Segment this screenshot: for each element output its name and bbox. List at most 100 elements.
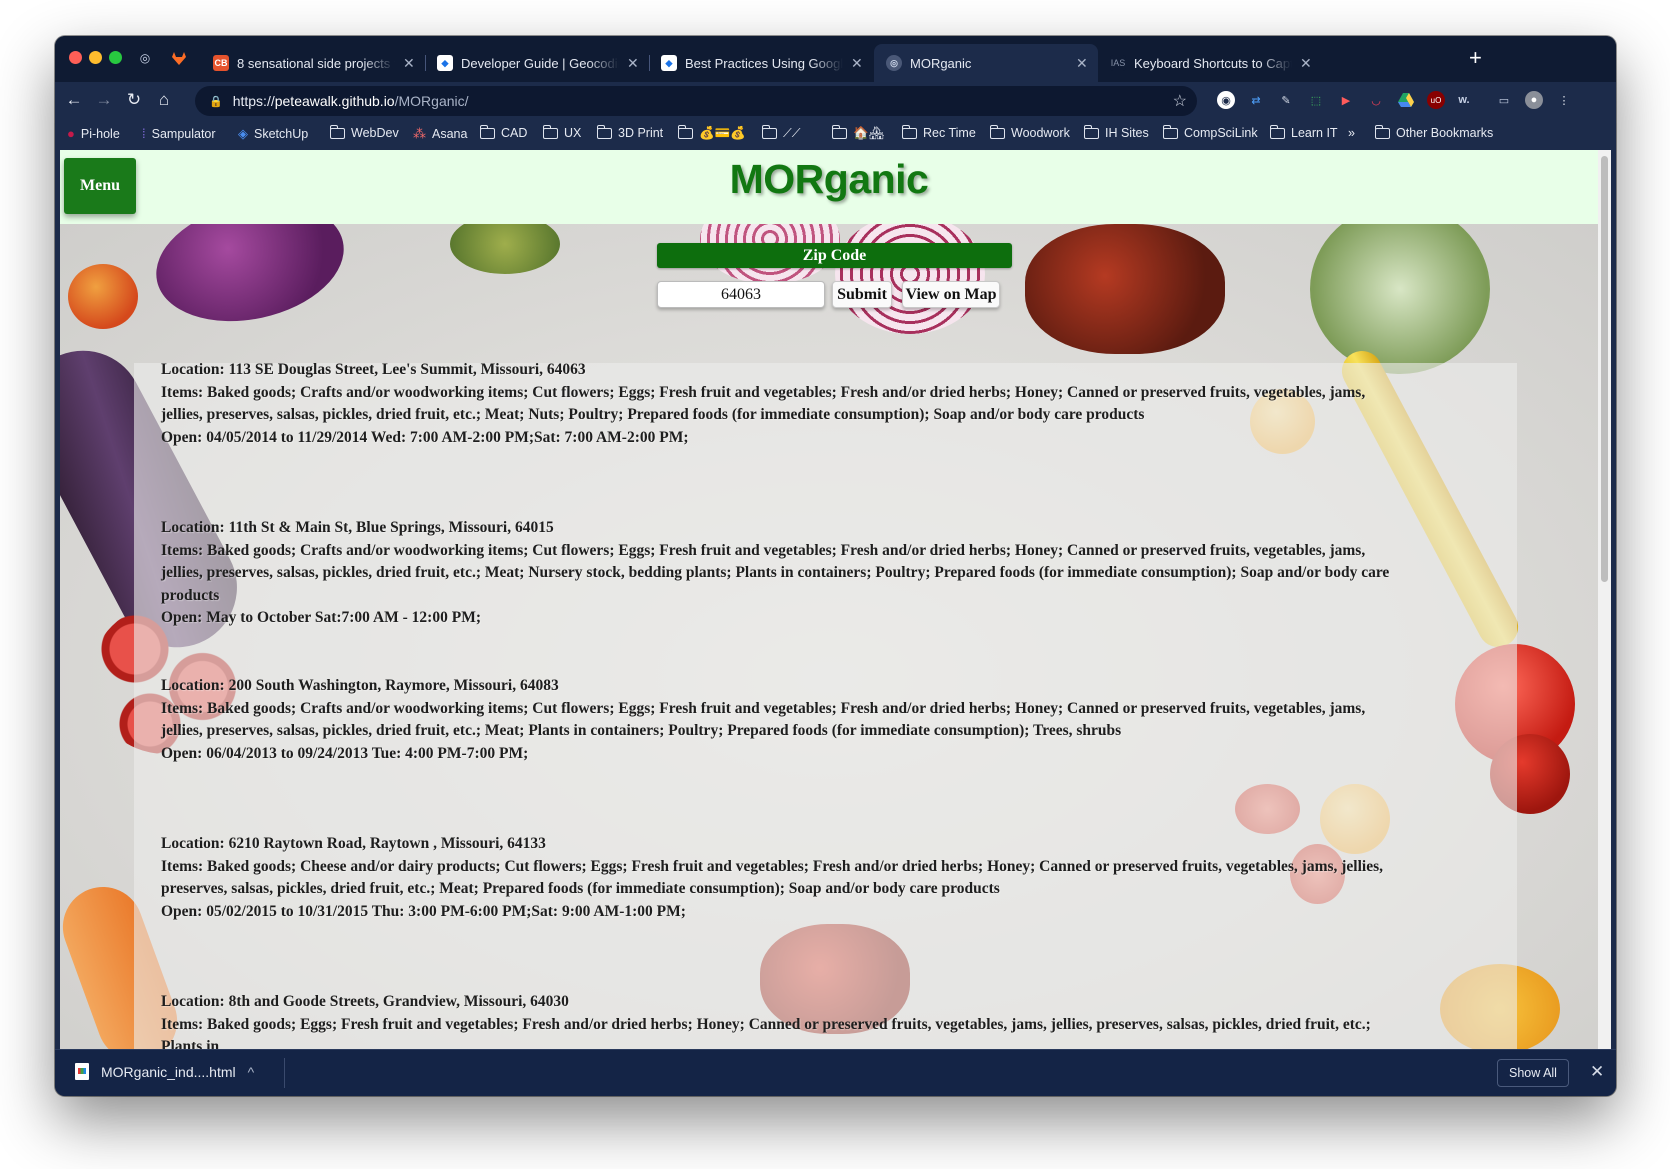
home-icon[interactable]: ⌂ bbox=[153, 90, 175, 110]
page-scrollbar[interactable] bbox=[1598, 150, 1611, 1049]
bookmark-item[interactable]: 3D Print bbox=[596, 124, 663, 140]
chevron-up-icon[interactable]: ^ bbox=[248, 1064, 255, 1080]
kebab-menu-icon[interactable]: ⋮ bbox=[1555, 91, 1573, 109]
extension-chatbubble-icon[interactable]: ◉ bbox=[1217, 91, 1235, 109]
bookmark-item[interactable]: IH Sites bbox=[1083, 124, 1149, 140]
tab-close-icon[interactable]: ✕ bbox=[627, 55, 639, 72]
site-header: Menu MORganic bbox=[60, 150, 1598, 224]
result-items: Items: Baked goods; Eggs; Fresh fruit an… bbox=[161, 1015, 1371, 1049]
bookmark-item[interactable]: ◈ SketchUp bbox=[238, 126, 308, 142]
raspberry-icon: ● bbox=[67, 126, 75, 141]
reload-icon[interactable]: ↻ bbox=[123, 90, 145, 110]
folder-icon bbox=[989, 124, 1005, 139]
profile-avatar[interactable]: ● bbox=[1525, 91, 1543, 109]
folder-icon bbox=[1374, 124, 1390, 139]
tab-side-projects[interactable]: CB 8 sensational side projects to ✕ bbox=[201, 44, 425, 82]
bookmark-item[interactable]: 🏠🏘 bbox=[831, 125, 884, 141]
view-on-map-button[interactable]: View on Map bbox=[902, 281, 1000, 308]
tab-favicon-icon: ◆ bbox=[661, 55, 677, 71]
browser-window: ◎ CB 8 sensational side projects to ✕ ◆ … bbox=[55, 36, 1616, 1096]
tab-title: Best Practices Using Google M bbox=[685, 55, 843, 71]
tab-favicon-icon: ◎ bbox=[886, 55, 902, 71]
bookmark-item[interactable]: ⟋⟋ bbox=[761, 125, 801, 141]
google-drive-icon[interactable] bbox=[1397, 91, 1415, 109]
back-arrow-icon[interactable]: ← bbox=[63, 90, 85, 110]
minimize-window-button[interactable] bbox=[89, 51, 102, 64]
close-download-shelf-icon[interactable]: ✕ bbox=[1590, 1062, 1604, 1082]
extension-w-icon[interactable]: w. bbox=[1455, 91, 1473, 109]
pinned-tab-gitlab-icon[interactable] bbox=[170, 49, 188, 67]
tab-close-icon[interactable]: ✕ bbox=[1300, 55, 1312, 72]
pinned-tab-globe-icon[interactable]: ◎ bbox=[136, 49, 154, 67]
asana-icon: ⁂ bbox=[413, 126, 426, 141]
tab-morganic[interactable]: ◎ MORganic ✕ bbox=[874, 44, 1098, 82]
download-filename: MORganic_ind....html bbox=[101, 1063, 236, 1080]
folder-icon bbox=[1269, 124, 1285, 139]
result-items: Items: Baked goods; Cheese and/or dairy … bbox=[161, 857, 1384, 898]
bookmark-item[interactable]: Rec Time bbox=[901, 124, 976, 140]
bookmark-item[interactable]: 💰💳💰 bbox=[677, 125, 746, 141]
forward-arrow-icon[interactable]: → bbox=[93, 90, 115, 110]
bookmark-label: Rec Time bbox=[923, 126, 976, 140]
bookmark-item[interactable]: UX bbox=[542, 124, 581, 140]
tab-title: Developer Guide | Geocoding bbox=[461, 55, 619, 71]
lock-icon: 🔒 bbox=[209, 95, 223, 108]
folder-icon bbox=[1083, 124, 1099, 139]
tab-favicon-icon: IAS bbox=[1110, 55, 1126, 71]
bookmark-label: Woodwork bbox=[1011, 126, 1070, 140]
ublock-icon[interactable]: uO bbox=[1427, 91, 1445, 109]
tab-favicon-icon: CB bbox=[213, 55, 229, 71]
list-item: Location: 200 South Washington, Raymore,… bbox=[161, 675, 1401, 765]
tab-keyboard-shortcuts[interactable]: IAS Keyboard Shortcuts to Capture ✕ bbox=[1098, 44, 1322, 82]
other-bookmarks[interactable]: Other Bookmarks bbox=[1374, 124, 1493, 140]
bookmarks-overflow-button[interactable]: » bbox=[1348, 126, 1355, 140]
bookmark-item[interactable]: ● Pi-hole bbox=[67, 126, 120, 141]
bookmark-label: IH Sites bbox=[1105, 126, 1149, 140]
cast-icon[interactable]: ▭ bbox=[1495, 91, 1513, 109]
scrollbar-thumb[interactable] bbox=[1601, 156, 1608, 582]
bookmark-item[interactable]: ⁂ Asana bbox=[413, 126, 467, 142]
bookmark-item[interactable]: CompSciLink bbox=[1162, 124, 1258, 140]
tab-close-icon[interactable]: ✕ bbox=[403, 55, 415, 72]
bookmark-item[interactable]: WebDev bbox=[329, 124, 399, 140]
result-open-hours: Open: 04/05/2014 to 11/29/2014 Wed: 7:00… bbox=[161, 428, 689, 446]
bookmark-item[interactable]: Learn IT bbox=[1269, 124, 1338, 140]
zip-code-label: Zip Code bbox=[657, 243, 1012, 268]
tab-close-icon[interactable]: ✕ bbox=[851, 55, 863, 72]
bookmark-star-icon[interactable]: ☆ bbox=[1173, 91, 1187, 111]
bookmark-item[interactable]: ⁞ Sampulator bbox=[142, 126, 216, 141]
tab-geocoding-guide[interactable]: ◆ Developer Guide | Geocoding ✕ bbox=[425, 44, 649, 82]
extension-crop-icon[interactable]: ⬚ bbox=[1307, 91, 1325, 109]
zip-code-input[interactable] bbox=[657, 281, 825, 308]
folder-icon bbox=[677, 125, 693, 139]
tab-title: Keyboard Shortcuts to Capture bbox=[1134, 55, 1292, 71]
bookmark-label: Asana bbox=[432, 127, 468, 141]
show-all-downloads-button[interactable]: Show All bbox=[1497, 1059, 1569, 1087]
extension-link-icon[interactable]: ⇄ bbox=[1247, 91, 1265, 109]
list-item: Location: 11th St & Main St, Blue Spring… bbox=[161, 517, 1401, 630]
submit-button[interactable]: Submit bbox=[832, 281, 892, 308]
bookmark-label: SketchUp bbox=[254, 127, 309, 141]
pocket-icon[interactable]: ◡ bbox=[1367, 91, 1385, 109]
result-items: Items: Baked goods; Crafts and/or woodwo… bbox=[161, 383, 1366, 424]
new-tab-button[interactable]: + bbox=[1469, 47, 1482, 69]
list-item: Location: 6210 Raytown Road, Raytown , M… bbox=[161, 833, 1401, 923]
extension-record-icon[interactable]: ▶ bbox=[1337, 91, 1355, 109]
tab-google-maps-best-practices[interactable]: ◆ Best Practices Using Google M ✕ bbox=[649, 44, 873, 82]
bookmark-label: Sampulator bbox=[151, 126, 216, 141]
close-window-button[interactable] bbox=[69, 51, 82, 64]
tab-close-icon[interactable]: ✕ bbox=[1076, 55, 1088, 72]
bookmark-item[interactable]: CAD bbox=[479, 124, 527, 140]
result-location: Location: 8th and Goode Streets, Grandvi… bbox=[161, 993, 569, 1010]
bookmark-item[interactable]: Woodwork bbox=[989, 124, 1070, 140]
download-item[interactable]: MORganic_ind....html ^ bbox=[75, 1063, 254, 1080]
site-title: MORganic bbox=[729, 156, 929, 202]
sketchup-icon: ◈ bbox=[238, 126, 248, 141]
bookmark-label: Pi-hole bbox=[80, 126, 120, 141]
url-text[interactable]: https://peteawalk.github.io/MORganic/ bbox=[233, 93, 469, 109]
zoom-window-button[interactable] bbox=[109, 51, 122, 64]
folder-icon bbox=[542, 124, 558, 139]
extension-pen-icon[interactable]: ✎ bbox=[1277, 91, 1295, 109]
bookmark-label: WebDev bbox=[351, 126, 399, 140]
address-bar[interactable]: 🔒 https://peteawalk.github.io/MORganic/ … bbox=[195, 86, 1197, 116]
